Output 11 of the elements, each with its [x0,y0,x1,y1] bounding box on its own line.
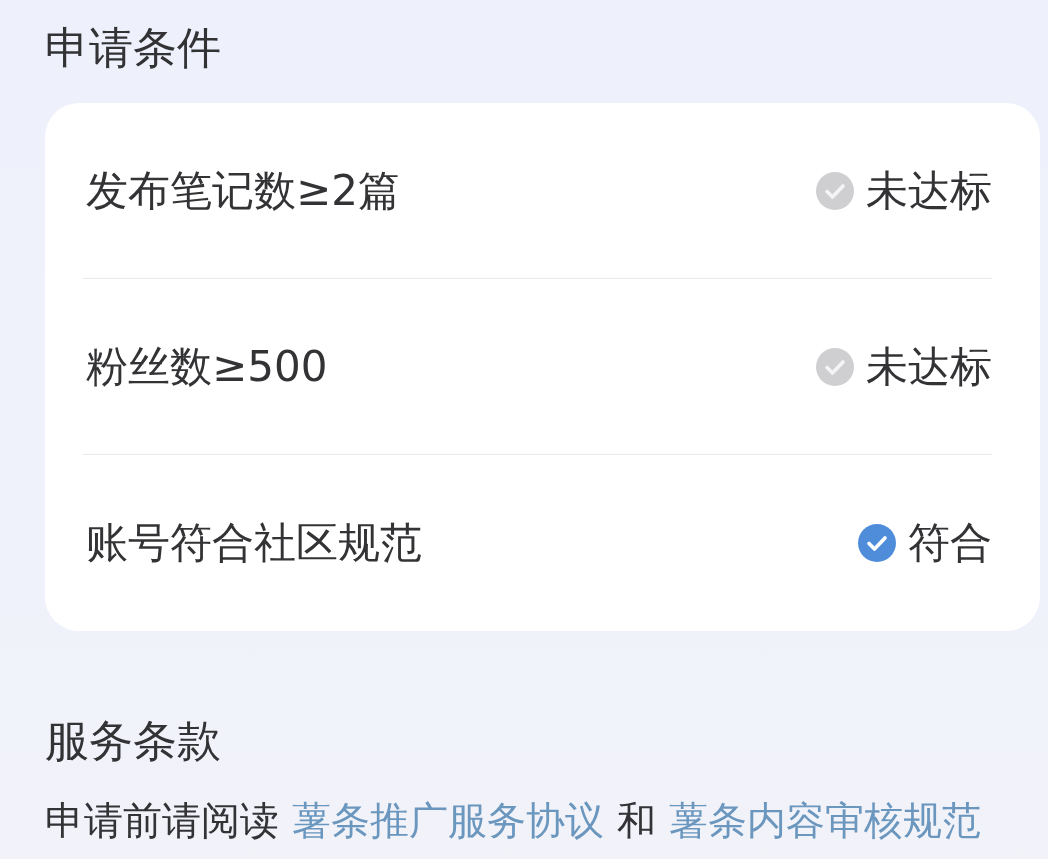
section-title: 申请条件 [45,21,221,75]
terms-notice: 申请前请阅读 薯条推广服务协议 和 薯条内容审核规范 [45,797,982,845]
condition-label: 账号符合社区规范 [86,517,422,569]
condition-label: 发布笔记数≥2篇 [86,164,400,217]
status-text: 未达标 [866,164,992,217]
agreement-link[interactable]: 薯条推广服务协议 [292,798,604,843]
condition-label: 粉丝数≥500 [86,340,328,393]
agreement-link[interactable]: 薯条内容审核规范 [669,798,981,843]
section-title: 服务条款 [45,714,221,768]
status-text: 符合 [908,517,992,569]
status-text: 未达标 [866,340,992,393]
